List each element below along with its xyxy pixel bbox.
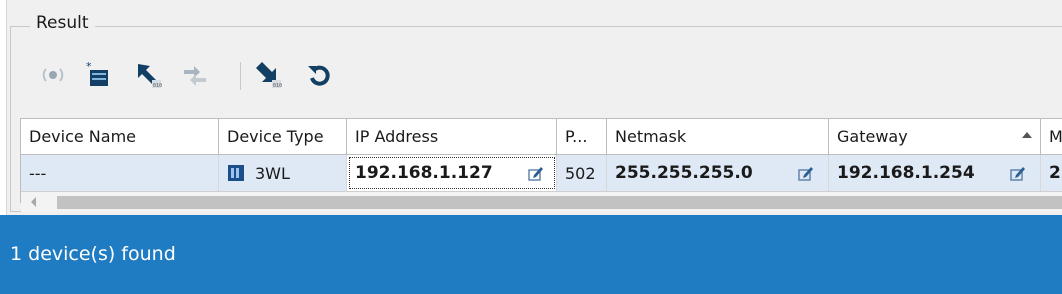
column-header-gateway-label: Gateway (837, 127, 908, 146)
cell-device-type: 3WL (219, 155, 347, 191)
upload-icon[interactable]: 010 (130, 58, 164, 92)
device-grid: Device Name Device Type IP Address P... … (20, 118, 1062, 212)
sort-ascending-icon (1022, 132, 1032, 138)
broadcast-icon[interactable] (36, 58, 70, 92)
column-header-gateway[interactable]: Gateway (829, 119, 1041, 154)
cell-extra: 2 (1041, 155, 1062, 191)
device-type-icon (228, 165, 244, 181)
group-title: Result (30, 13, 95, 33)
cell-ip-address[interactable]: 192.168.1.127 (347, 155, 557, 191)
svg-text:010: 010 (273, 83, 282, 89)
grid-header: Device Name Device Type IP Address P... … (21, 119, 1062, 155)
column-header-port[interactable]: P... (557, 119, 607, 154)
column-header-netmask[interactable]: Netmask (607, 119, 829, 154)
status-text: 1 device(s) found (10, 243, 176, 265)
download-icon[interactable]: 010 (252, 58, 286, 92)
cell-port: 502 (557, 155, 607, 191)
cell-gateway[interactable]: 192.168.1.254 (829, 155, 1041, 191)
status-bar: 1 device(s) found (0, 215, 1062, 294)
toolbar-separator (240, 62, 241, 90)
refresh-icon[interactable] (302, 58, 336, 92)
scrollbar-thumb[interactable] (57, 196, 1062, 209)
edit-icon[interactable] (1009, 164, 1027, 182)
cell-netmask[interactable]: 255.255.255.0 (607, 155, 829, 191)
configure-device-icon[interactable]: * (82, 58, 116, 92)
svg-text:*: * (86, 60, 92, 73)
cell-device-name: --- (21, 155, 219, 191)
horizontal-scrollbar[interactable] (21, 192, 1062, 212)
column-header-ip-address[interactable]: IP Address (347, 119, 557, 154)
netmask-value: 255.255.255.0 (615, 163, 753, 183)
column-header-device-type[interactable]: Device Type (219, 119, 347, 154)
transfer-icon[interactable] (178, 58, 212, 92)
device-search-panel: Result * 010 010 Device Name Device Type… (0, 0, 1062, 294)
edit-icon[interactable] (797, 164, 815, 182)
column-header-device-name[interactable]: Device Name (21, 119, 219, 154)
svg-text:010: 010 (153, 83, 162, 89)
edit-icon[interactable] (527, 164, 545, 182)
gateway-value: 192.168.1.254 (837, 163, 975, 183)
scroll-left-icon[interactable] (31, 197, 36, 207)
device-type-label: 3WL (255, 163, 290, 183)
ip-address-value: 192.168.1.127 (355, 163, 493, 183)
column-header-extra[interactable]: M (1041, 119, 1062, 154)
table-row[interactable]: --- 3WL 192.168.1.127 502 255.255.255.0 (21, 155, 1062, 192)
left-edge (0, 0, 7, 215)
